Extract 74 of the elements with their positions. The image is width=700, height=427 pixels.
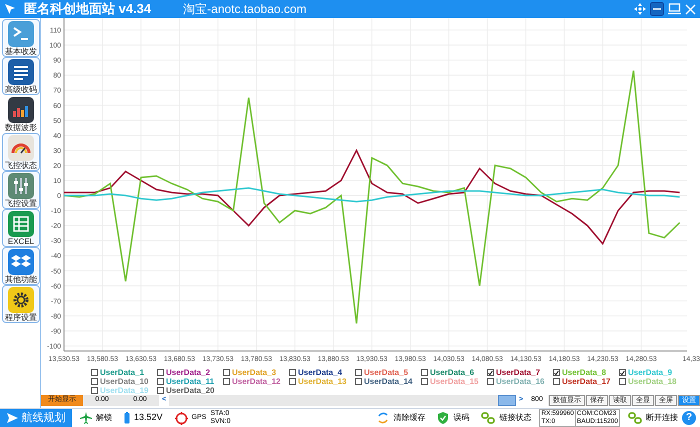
checkmark-icon xyxy=(620,370,625,376)
sidebar-item[interactable]: 高级收码 xyxy=(2,57,40,95)
gauge-icon xyxy=(8,134,34,160)
channel-checkbox[interactable]: UserData_14 xyxy=(355,377,421,386)
checkbox[interactable] xyxy=(355,369,362,376)
cursor-icon xyxy=(4,3,16,15)
send-icon xyxy=(6,413,18,423)
checkbox[interactable] xyxy=(157,387,164,394)
checkbox[interactable] xyxy=(487,369,494,376)
channel-checkbox[interactable]: UserData_5 xyxy=(355,368,421,377)
airplane-icon xyxy=(80,412,92,424)
sliders-icon xyxy=(8,172,34,198)
close-icon[interactable] xyxy=(685,4,696,14)
lock-status: 解锁 xyxy=(96,412,112,424)
checkbox[interactable] xyxy=(91,369,98,376)
sidebar-item[interactable]: 基本收发 xyxy=(2,19,40,57)
window-title: 匿名科创地面站 v4.34 xyxy=(24,0,152,18)
move-icon[interactable] xyxy=(634,3,646,15)
checkbox[interactable] xyxy=(157,369,164,376)
channel-checkbox[interactable]: UserData_4 xyxy=(289,368,355,377)
scroll-thumb[interactable] xyxy=(498,395,516,406)
sidebar-item[interactable]: 其他功能 xyxy=(2,247,40,285)
checkbox[interactable] xyxy=(553,378,560,385)
checkbox[interactable] xyxy=(91,378,98,385)
checkbox[interactable] xyxy=(619,378,626,385)
channel-checkbox[interactable]: UserData_12 xyxy=(223,377,289,386)
terminal-icon xyxy=(8,20,34,46)
checkbox[interactable] xyxy=(91,387,98,394)
sidebar-item[interactable]: 飞控设置 xyxy=(2,171,40,209)
document-icon xyxy=(8,58,34,84)
checkbox[interactable] xyxy=(289,378,296,385)
link-icon xyxy=(628,412,642,424)
checkbox[interactable] xyxy=(289,369,296,376)
bar-chart-icon xyxy=(8,96,34,122)
checkbox[interactable] xyxy=(619,369,626,376)
checkmark-icon xyxy=(554,370,559,376)
checkbox[interactable] xyxy=(553,369,560,376)
route-planning-button[interactable]: 航线规划 xyxy=(0,409,72,427)
checkbox[interactable] xyxy=(355,378,362,385)
checkbox[interactable] xyxy=(223,369,230,376)
voltage-reading: 13.52V xyxy=(134,411,163,424)
maximize-icon[interactable] xyxy=(668,3,681,15)
sidebar-item[interactable]: 程序设置 xyxy=(2,285,40,323)
channel-checkbox[interactable]: UserData_2 xyxy=(157,368,223,377)
gear-icon xyxy=(8,286,34,312)
clear-cache-label[interactable]: 清除缓存 xyxy=(393,412,426,424)
spreadsheet-icon xyxy=(8,210,34,236)
error-code-label: 误码 xyxy=(453,412,470,424)
refresh-icon[interactable] xyxy=(377,412,390,424)
sidebar-item[interactable]: 数据波形 xyxy=(2,95,40,133)
link-status-label: 链接状态 xyxy=(499,412,532,424)
checkbox[interactable] xyxy=(157,378,164,385)
help-button[interactable]: ? xyxy=(682,411,696,425)
disconnect-button[interactable]: 断开连接 xyxy=(646,412,678,424)
minimize-icon[interactable] xyxy=(650,2,664,16)
channel-checkbox[interactable]: UserData_7 xyxy=(487,368,553,377)
sidebar-item[interactable]: EXCEL xyxy=(2,209,40,247)
battery-icon xyxy=(124,412,130,424)
channel-checkbox[interactable]: UserData_20 xyxy=(157,386,223,395)
target-icon xyxy=(174,412,188,424)
shield-check-icon xyxy=(437,412,450,424)
checkmark-icon xyxy=(488,370,493,376)
channel-checkbox[interactable]: UserData_17 xyxy=(553,377,619,386)
checkbox[interactable] xyxy=(487,378,494,385)
window-subtitle: 淘宝-anotc.taobao.com xyxy=(183,1,307,18)
checkbox[interactable] xyxy=(421,378,428,385)
channel-checkbox[interactable]: UserData_1 xyxy=(91,368,157,377)
boxes-icon xyxy=(8,248,34,274)
sidebar-item[interactable]: 飞控状态 xyxy=(2,133,40,171)
checkbox[interactable] xyxy=(421,369,428,376)
link-icon xyxy=(481,412,496,424)
checkbox[interactable] xyxy=(223,378,230,385)
channel-checkbox[interactable]: UserData_10 xyxy=(91,377,157,386)
channel-checkbox[interactable]: UserData_6 xyxy=(421,368,487,377)
